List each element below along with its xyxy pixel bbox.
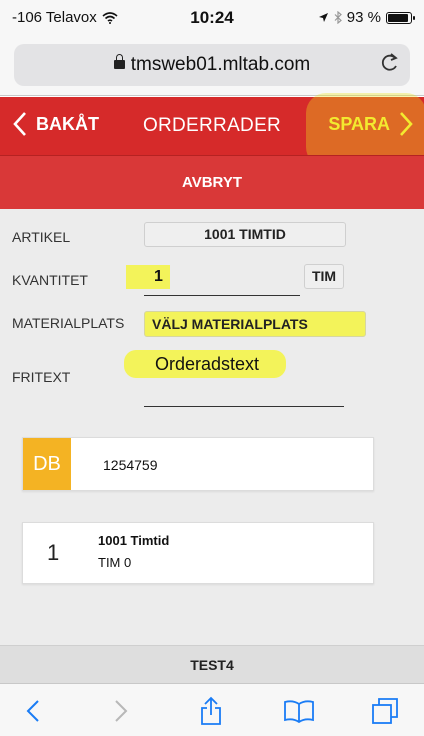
artikel-field[interactable]: 1001 TIMTID xyxy=(144,222,346,247)
fritext-input[interactable]: Orderadstext xyxy=(155,354,259,375)
row-subtitle: TIM 0 xyxy=(98,555,132,570)
battery-icon xyxy=(386,11,415,24)
url-display[interactable]: tmsweb01.mltab.com xyxy=(14,54,410,76)
order-row-form: ARTIKEL 1001 TIMTID KVANTITET 1 TIM MATE… xyxy=(0,209,424,645)
fritext-label: FRITEXT xyxy=(12,369,71,385)
browser-address-area: tmsweb01.mltab.com xyxy=(0,34,424,96)
kvantitet-input[interactable]: 1 xyxy=(154,268,163,286)
chevron-left-icon xyxy=(26,700,39,722)
db-badge: DB xyxy=(23,438,71,490)
fritext-underline xyxy=(144,406,344,407)
share-icon xyxy=(201,696,221,725)
cancel-label: AVBRYT xyxy=(182,174,242,191)
card-number: 1254759 xyxy=(103,457,158,473)
reload-icon[interactable] xyxy=(380,52,400,80)
address-bar[interactable]: tmsweb01.mltab.com xyxy=(14,44,410,86)
battery-percent: 93 % xyxy=(346,9,381,26)
artikel-label: ARTIKEL xyxy=(12,229,71,245)
browser-back-button[interactable] xyxy=(16,696,50,726)
bookmarks-icon xyxy=(284,700,314,723)
status-bar: -106 Telavox 10:24 93 % xyxy=(0,0,424,34)
row-number: 1 xyxy=(47,540,60,565)
unit-badge: TIM xyxy=(304,264,344,289)
tabs-icon xyxy=(372,698,398,724)
tabs-button[interactable] xyxy=(368,696,402,726)
footer-bar: TEST4 xyxy=(0,645,424,683)
kvantitet-highlight xyxy=(126,265,170,289)
browser-forward-button[interactable] xyxy=(104,696,138,726)
url-text: tmsweb01.mltab.com xyxy=(130,54,311,75)
row-title: 1001 Timtid xyxy=(98,533,170,548)
lock-icon xyxy=(113,54,125,69)
status-right: 93 % xyxy=(318,9,415,26)
order-row-item[interactable]: 1 1001 Timtid TIM 0 xyxy=(22,522,374,584)
bluetooth-icon xyxy=(334,11,342,24)
battery-level-fill xyxy=(388,13,408,22)
browser-toolbar xyxy=(0,683,424,736)
chevron-right-icon xyxy=(115,700,128,722)
cancel-button[interactable]: AVBRYT xyxy=(0,155,424,209)
bookmarks-button[interactable] xyxy=(282,696,316,726)
location-arrow-icon xyxy=(318,13,328,22)
customer-card[interactable]: DB 1254759 xyxy=(22,437,374,491)
kvantitet-underline xyxy=(144,295,300,296)
materialplats-select[interactable]: VÄLJ MATERIALPLATS xyxy=(144,311,366,337)
materialplats-label: MATERIALPLATS xyxy=(12,315,125,331)
kvantitet-label: KVANTITET xyxy=(12,272,88,288)
footer-label: TEST4 xyxy=(190,657,234,673)
share-button[interactable] xyxy=(194,696,228,726)
